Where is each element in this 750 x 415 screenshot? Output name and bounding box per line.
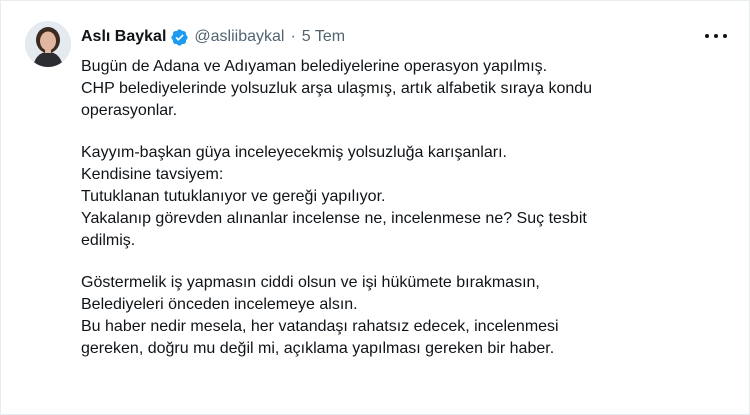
more-dot: [714, 34, 718, 38]
tweet-text-line: Yakalanıp görevden alınanlar incelense n…: [81, 210, 587, 227]
tweet-card: Aslı Baykal @asliibaykal · 5 Tem Bugün d…: [0, 0, 750, 415]
tweet-text-line: edilmiş.: [81, 232, 136, 249]
avatar[interactable]: [25, 21, 71, 67]
tweet-text: Bugün de Adana ve Adıyaman belediyelerin…: [81, 56, 741, 360]
tweet-text-line: Bu haber nedir mesela, her vatandaşı rah…: [81, 318, 559, 335]
tweet-text-line: Kayyım-başkan güya inceleyecekmiş yolsuz…: [81, 144, 507, 161]
tweet-text-line: operasyonlar.: [81, 102, 178, 119]
more-dot: [705, 34, 709, 38]
separator-dot: ·: [290, 28, 296, 45]
more-dot: [723, 34, 727, 38]
verified-badge-icon: [171, 28, 189, 46]
tweet-text-line: Bugün de Adana ve Adıyaman belediyelerin…: [81, 58, 548, 75]
tweet-text-line: gereken, doğru mu değil mi, açıklama yap…: [81, 340, 555, 357]
author-name[interactable]: Aslı Baykal: [81, 28, 166, 46]
tweet-text-line: CHP belediyelerinde yolsuzluk arşa ulaşm…: [81, 80, 593, 97]
tweet-text-line: Göstermelik iş yapmasın ciddi olsun ve i…: [81, 274, 540, 291]
tweet-timestamp[interactable]: 5 Tem: [302, 28, 345, 46]
author-handle[interactable]: @asliibaykal: [194, 28, 284, 46]
tweet-text-line: Kendisine tavsiyem:: [81, 166, 224, 183]
tweet-header: Aslı Baykal @asliibaykal · 5 Tem: [81, 24, 345, 50]
more-options-icon[interactable]: [705, 27, 727, 45]
tweet-text-line: Belediyeleri önceden incelemeye alsın.: [81, 296, 358, 313]
avatar-photo: [25, 21, 71, 67]
tweet-text-line: Tutuklanan tutuklanıyor ve gereği yapılı…: [81, 188, 386, 205]
